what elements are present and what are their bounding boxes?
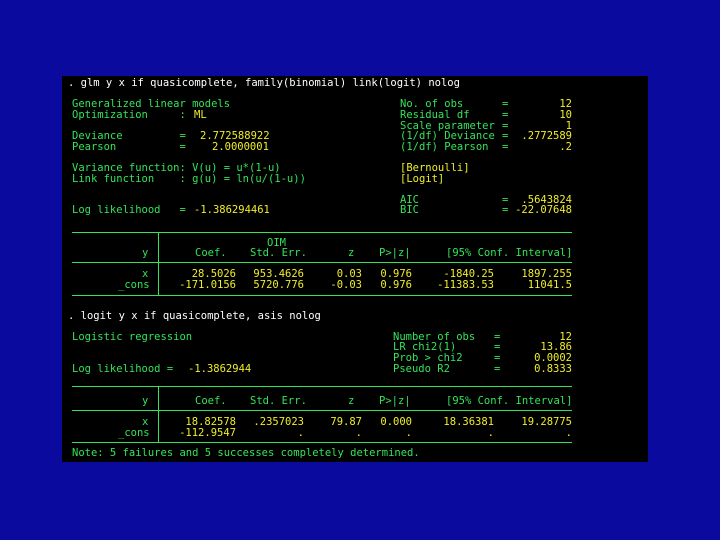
glm-nobs-eq: = [502, 98, 509, 110]
logit-lrchi2-value: 13.86 [540, 341, 572, 353]
glm-pearson-label: Pearson = [72, 141, 186, 153]
logit-title: Logistic regression [72, 331, 193, 343]
glm-pearson-value: 2.0000001 [212, 141, 269, 153]
glm-optimization-value: ML [194, 109, 207, 121]
logit-col-z: z [348, 395, 355, 407]
logit-col-p: P>|z| [379, 395, 411, 407]
glm-row-cons-se: 5720.776 [253, 279, 304, 291]
logit-note: Note: 5 failures and 5 successes complet… [72, 447, 420, 459]
glm-col-z: z [348, 247, 355, 259]
logit-row-x-coef: 18.82578 [185, 416, 236, 428]
logit-col-se: Std. Err. [250, 395, 307, 407]
logit-row-cons-cihi: . [565, 427, 572, 439]
glm-nobs-label: No. of obs [400, 98, 464, 110]
glm-col-ci: [95% Conf. Interval] [446, 247, 573, 259]
logit-row-x-name: x [142, 416, 149, 428]
glm-optimization-label: Optimization : [72, 109, 186, 121]
glm-row-x-coef: 28.5026 [191, 268, 236, 280]
glm-depvar: y [142, 247, 149, 259]
logit-loglik-label: Log likelihood = [72, 363, 174, 375]
glm-row-x-z: 0.03 [336, 268, 362, 280]
glm-bic-value: -22.07648 [515, 204, 572, 216]
glm-devdf-value: .2772589 [521, 130, 572, 142]
glm-pearsondf-label: (1/df) Pearson [400, 141, 489, 153]
glm-row-cons-cilo: -11383.53 [437, 279, 494, 291]
logit-row-cons-se: . [297, 427, 304, 439]
logit-prob-value: 0.0002 [534, 352, 572, 364]
glm-loglik-label: Log likelihood = [72, 204, 186, 216]
glm-deviance-label: Deviance = [72, 130, 186, 142]
glm-row-x-cilo: -1840.25 [443, 268, 494, 280]
logit-command: . logit y x if quasicomplete, asis nolog [68, 310, 321, 322]
glm-table-header-rule [72, 262, 572, 263]
glm-residdf-label: Residual df [400, 109, 470, 121]
logit-prob-label: Prob > chi2 [393, 352, 463, 364]
glm-row-x-se: 953.4626 [253, 268, 304, 280]
glm-loglik-value: -1.386294461 [194, 204, 270, 216]
logit-row-cons-name: _cons [118, 427, 150, 439]
glm-title: Generalized linear models [72, 98, 231, 110]
logit-row-x-cilo: 18.36381 [443, 416, 494, 428]
logit-table-bottom-rule [72, 442, 572, 443]
logit-pseudor2-value: 0.8333 [534, 363, 572, 375]
logit-col-coef: Coef. [195, 395, 227, 407]
glm-devdf-label: (1/df) Deviance [400, 130, 495, 142]
glm-table-separator [158, 232, 159, 295]
glm-pearsondf-eq: = [502, 141, 509, 153]
glm-col-p: P>|z| [379, 247, 411, 259]
logit-lrchi2-eq: = [494, 341, 501, 353]
logit-row-cons-z: . [355, 427, 362, 439]
logit-row-x-cihi: 19.28775 [521, 416, 572, 428]
glm-row-cons-name: _cons [118, 279, 150, 291]
glm-command: . glm y x if quasicomplete, family(binom… [68, 77, 460, 89]
glm-residdf-eq: = [502, 109, 509, 121]
glm-table-bottom-rule [72, 295, 572, 296]
glm-bic-eq: = [502, 204, 509, 216]
glm-row-cons-p: 0.976 [380, 279, 412, 291]
logit-table-top-rule [72, 386, 572, 387]
logit-table-separator [158, 386, 159, 442]
logit-depvar: y [142, 395, 149, 407]
logit-loglik-value: -1.3862944 [188, 363, 252, 375]
glm-pearsondf-value: .2 [559, 141, 572, 153]
logit-table-header-rule [72, 410, 572, 411]
results-window: . glm y x if quasicomplete, family(binom… [62, 76, 648, 462]
logit-row-x-se: .2357023 [253, 416, 304, 428]
glm-link-tag: [Logit] [400, 173, 445, 185]
glm-deviance-value: 2.772588922 [200, 130, 270, 142]
glm-residdf-value: 10 [559, 109, 572, 121]
glm-bic-label: BIC [400, 204, 419, 216]
glm-row-cons-coef: -171.0156 [179, 279, 236, 291]
glm-row-x-cihi: 1897.255 [521, 268, 572, 280]
logit-col-ci: [95% Conf. Interval] [446, 395, 573, 407]
logit-row-x-p: 0.000 [380, 416, 412, 428]
glm-row-cons-cihi: 11041.5 [527, 279, 572, 291]
logit-prob-eq: = [494, 352, 501, 364]
glm-row-x-name: x [142, 268, 149, 280]
glm-row-cons-z: -0.03 [330, 279, 362, 291]
glm-col-se: Std. Err. [250, 247, 307, 259]
logit-row-x-z: 79.87 [330, 416, 362, 428]
glm-devdf-eq: = [502, 130, 509, 142]
glm-nobs-value: 12 [559, 98, 572, 110]
glm-table-top-rule [72, 232, 572, 233]
logit-lrchi2-label: LR chi2(1) [393, 341, 457, 353]
glm-link-function: Link function : g(u) = ln(u/(1-u)) [72, 173, 306, 185]
logit-row-cons-coef: -112.9547 [179, 427, 236, 439]
glm-col-coef: Coef. [195, 247, 227, 259]
logit-row-cons-p: . [405, 427, 412, 439]
logit-row-cons-cilo: . [487, 427, 494, 439]
glm-family-tag: [Bernoulli] [400, 162, 470, 174]
glm-row-x-p: 0.976 [380, 268, 412, 280]
glm-variance-function: Variance function: V(u) = u*(1-u) [72, 162, 281, 174]
logit-pseudor2-eq: = [494, 363, 501, 375]
logit-pseudor2-label: Pseudo R2 [393, 363, 450, 375]
